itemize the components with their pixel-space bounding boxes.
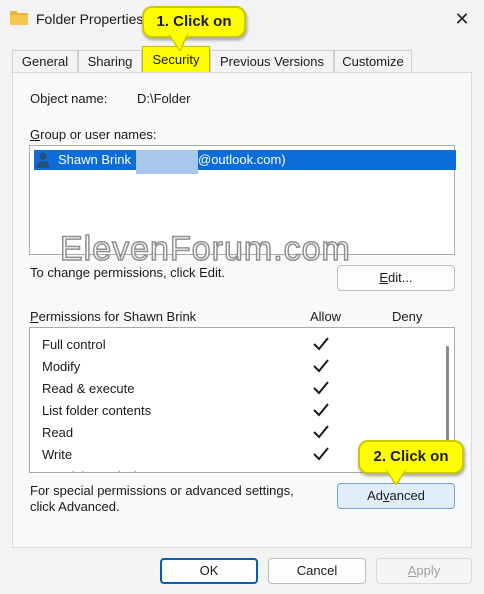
access-key-g: G bbox=[30, 127, 41, 142]
permission-label-clipped: Special permissions bbox=[42, 469, 158, 472]
group-names-label: Group or user names: bbox=[30, 127, 157, 142]
callout-pointer bbox=[385, 469, 407, 485]
redacted-block bbox=[136, 150, 198, 174]
checkmark-icon bbox=[313, 359, 329, 373]
permission-label: Modify bbox=[42, 359, 81, 374]
object-name-value: D:\Folder bbox=[137, 91, 191, 106]
permission-label: Read bbox=[42, 425, 74, 440]
tab-general[interactable]: General bbox=[12, 50, 78, 72]
tab-sharing[interactable]: Sharing bbox=[78, 50, 142, 72]
special-permissions-text-1: For special permissions or advanced sett… bbox=[30, 483, 294, 498]
list-item[interactable]: Shawn Brink @outlook.com) bbox=[34, 150, 456, 174]
checkmark-icon bbox=[313, 403, 329, 417]
close-button[interactable]: ✕ bbox=[446, 4, 478, 34]
checkmark-icon bbox=[313, 337, 329, 351]
special-permissions-text-2: click Advanced. bbox=[30, 499, 120, 514]
list-item: Read bbox=[42, 422, 342, 444]
callout-pointer bbox=[167, 33, 189, 51]
object-name-label: Object name: bbox=[30, 91, 108, 106]
access-key-a: A bbox=[407, 563, 417, 578]
permissions-label: Permissions for Shawn Brink bbox=[30, 309, 197, 324]
checkmark-icon bbox=[313, 381, 329, 395]
permission-label: List folder contents bbox=[42, 403, 152, 418]
tab-previous-versions[interactable]: Previous Versions bbox=[210, 50, 334, 72]
list-item: Read & execute bbox=[42, 378, 342, 400]
list-item-partial: Special permissions bbox=[42, 466, 342, 472]
user-icon bbox=[36, 152, 50, 168]
checkmark-icon bbox=[313, 425, 329, 439]
allow-header: Allow bbox=[310, 309, 342, 324]
cancel-button[interactable]: Cancel bbox=[268, 558, 366, 584]
folder-icon bbox=[10, 11, 28, 25]
ok-button[interactable]: OK bbox=[160, 558, 258, 584]
user-email: @outlook.com) bbox=[198, 152, 286, 167]
edit-button[interactable]: Edit... bbox=[337, 265, 455, 291]
checkmark-icon bbox=[313, 447, 329, 461]
user-name: Shawn Brink bbox=[58, 152, 131, 167]
list-item: List folder contents bbox=[42, 400, 342, 422]
window-title: Folder Properties bbox=[36, 11, 144, 27]
list-item: Modify bbox=[42, 356, 342, 378]
apply-button[interactable]: Apply bbox=[376, 558, 472, 584]
callout-step-1: 1. Click on bbox=[142, 6, 246, 38]
deny-header: Deny bbox=[392, 309, 423, 324]
permission-label: Full control bbox=[42, 337, 106, 352]
tab-customize[interactable]: Customize bbox=[334, 50, 412, 72]
advanced-button[interactable]: Advanced bbox=[337, 483, 455, 509]
watermark: ElevenForum.com bbox=[59, 229, 351, 269]
list-item: Full control bbox=[42, 334, 342, 356]
close-icon: ✕ bbox=[454, 8, 470, 29]
access-key-v: v bbox=[382, 488, 390, 503]
permission-label: Write bbox=[42, 447, 73, 462]
access-key-p: P bbox=[30, 309, 39, 324]
list-item: Write bbox=[42, 444, 342, 466]
permission-label: Read & execute bbox=[42, 381, 135, 396]
access-key-e: E bbox=[379, 270, 389, 285]
